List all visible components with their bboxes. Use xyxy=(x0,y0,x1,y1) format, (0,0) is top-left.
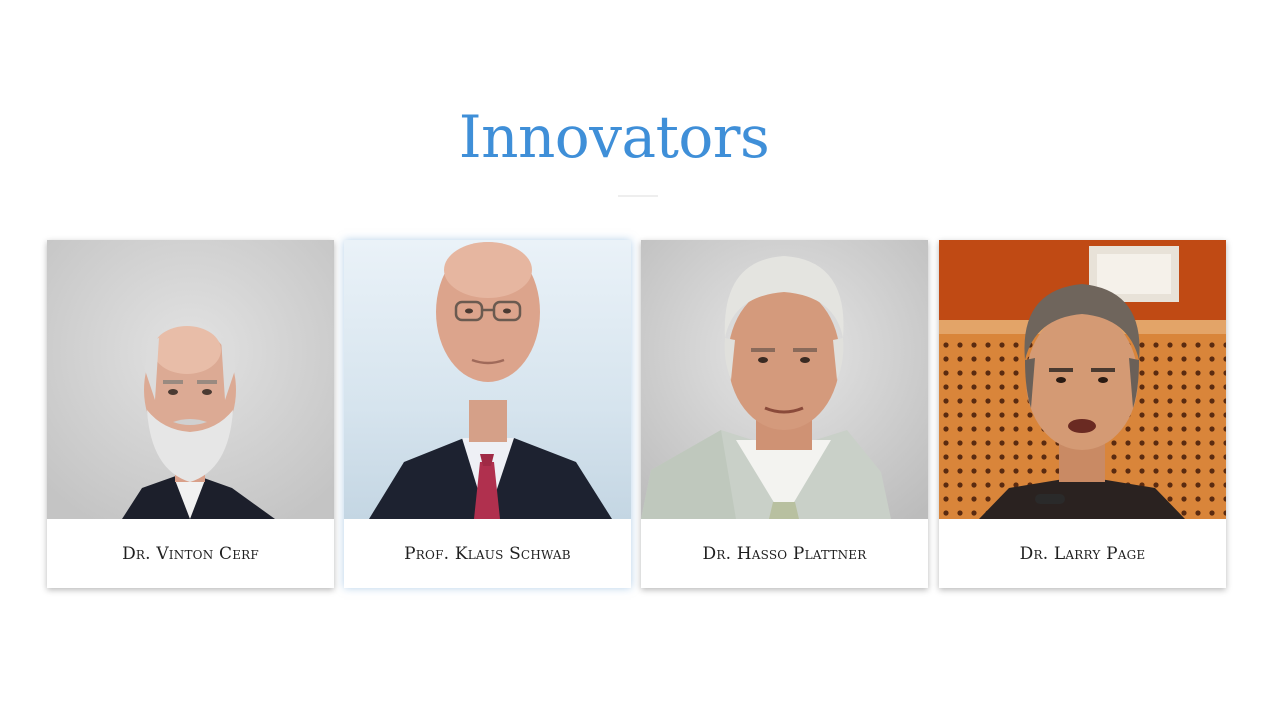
innovator-name: Dr. Larry Page xyxy=(1019,543,1146,564)
innovator-card-vinton-cerf: Dr. Vinton Cerf xyxy=(47,240,334,588)
slide: Innovators Dr. Vinton Cerf Prof. Klaus S… xyxy=(0,0,1280,720)
innovator-card-larry-page: Dr. Larry Page xyxy=(939,240,1226,588)
innovator-name: Dr. Vinton Cerf xyxy=(122,543,259,564)
portrait-hasso-plattner xyxy=(641,240,928,519)
innovator-name: Prof. Klaus Schwab xyxy=(404,543,571,564)
innovator-card-hasso-plattner: Dr. Hasso Plattner xyxy=(641,240,928,588)
innovator-card-klaus-schwab: Prof. Klaus Schwab xyxy=(344,240,631,588)
portrait-vinton-cerf xyxy=(47,240,334,519)
innovator-name: Dr. Hasso Plattner xyxy=(702,543,867,564)
title-divider xyxy=(618,195,658,197)
slide-title: Innovators xyxy=(458,103,770,171)
innovator-cards: Dr. Vinton Cerf Prof. Klaus Schwab Dr. H… xyxy=(47,240,1227,590)
portrait-larry-page xyxy=(939,240,1226,519)
portrait-klaus-schwab xyxy=(344,240,631,519)
